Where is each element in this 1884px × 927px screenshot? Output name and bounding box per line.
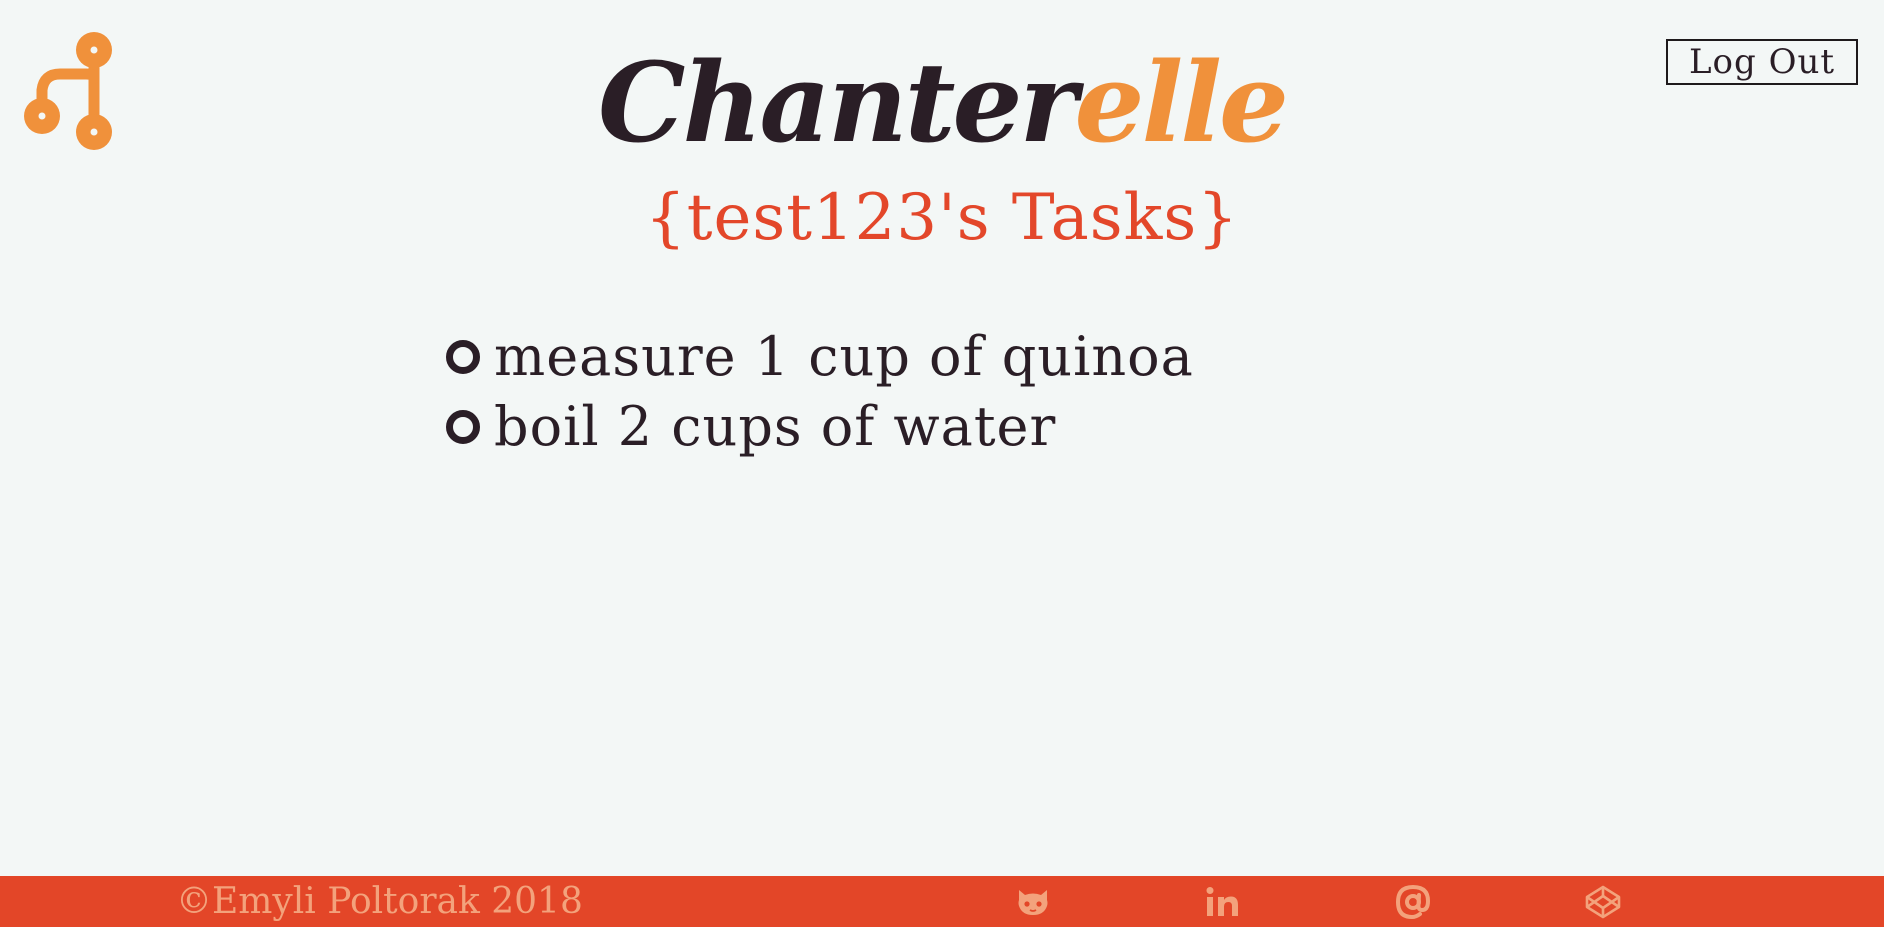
logout-button[interactable]: Log Out	[1666, 39, 1858, 85]
copyright-text: ©Emyli Poltorak 2018	[176, 881, 583, 922]
footer: ©Emyli Poltorak 2018	[0, 876, 1884, 927]
app-title-part2: elle	[1074, 38, 1289, 167]
codepen-icon[interactable]	[1584, 884, 1622, 920]
app-title-part1: Chanter	[597, 38, 1078, 167]
task-list: measure 1 cup of quinoa boil 2 cups of w…	[446, 322, 1194, 462]
task-checkbox[interactable]	[446, 340, 480, 374]
linkedin-icon[interactable]	[1204, 884, 1242, 920]
github-icon[interactable]	[1014, 884, 1052, 920]
task-item: measure 1 cup of quinoa	[446, 322, 1194, 392]
task-item: boil 2 cups of water	[446, 392, 1194, 462]
task-checkbox[interactable]	[446, 410, 480, 444]
app-title: Chanterelle	[0, 40, 1884, 165]
page-title: {test123's Tasks}	[645, 181, 1239, 255]
task-text[interactable]: measure 1 cup of quinoa	[494, 322, 1194, 392]
email-icon[interactable]	[1394, 884, 1432, 920]
task-text[interactable]: boil 2 cups of water	[494, 392, 1056, 462]
